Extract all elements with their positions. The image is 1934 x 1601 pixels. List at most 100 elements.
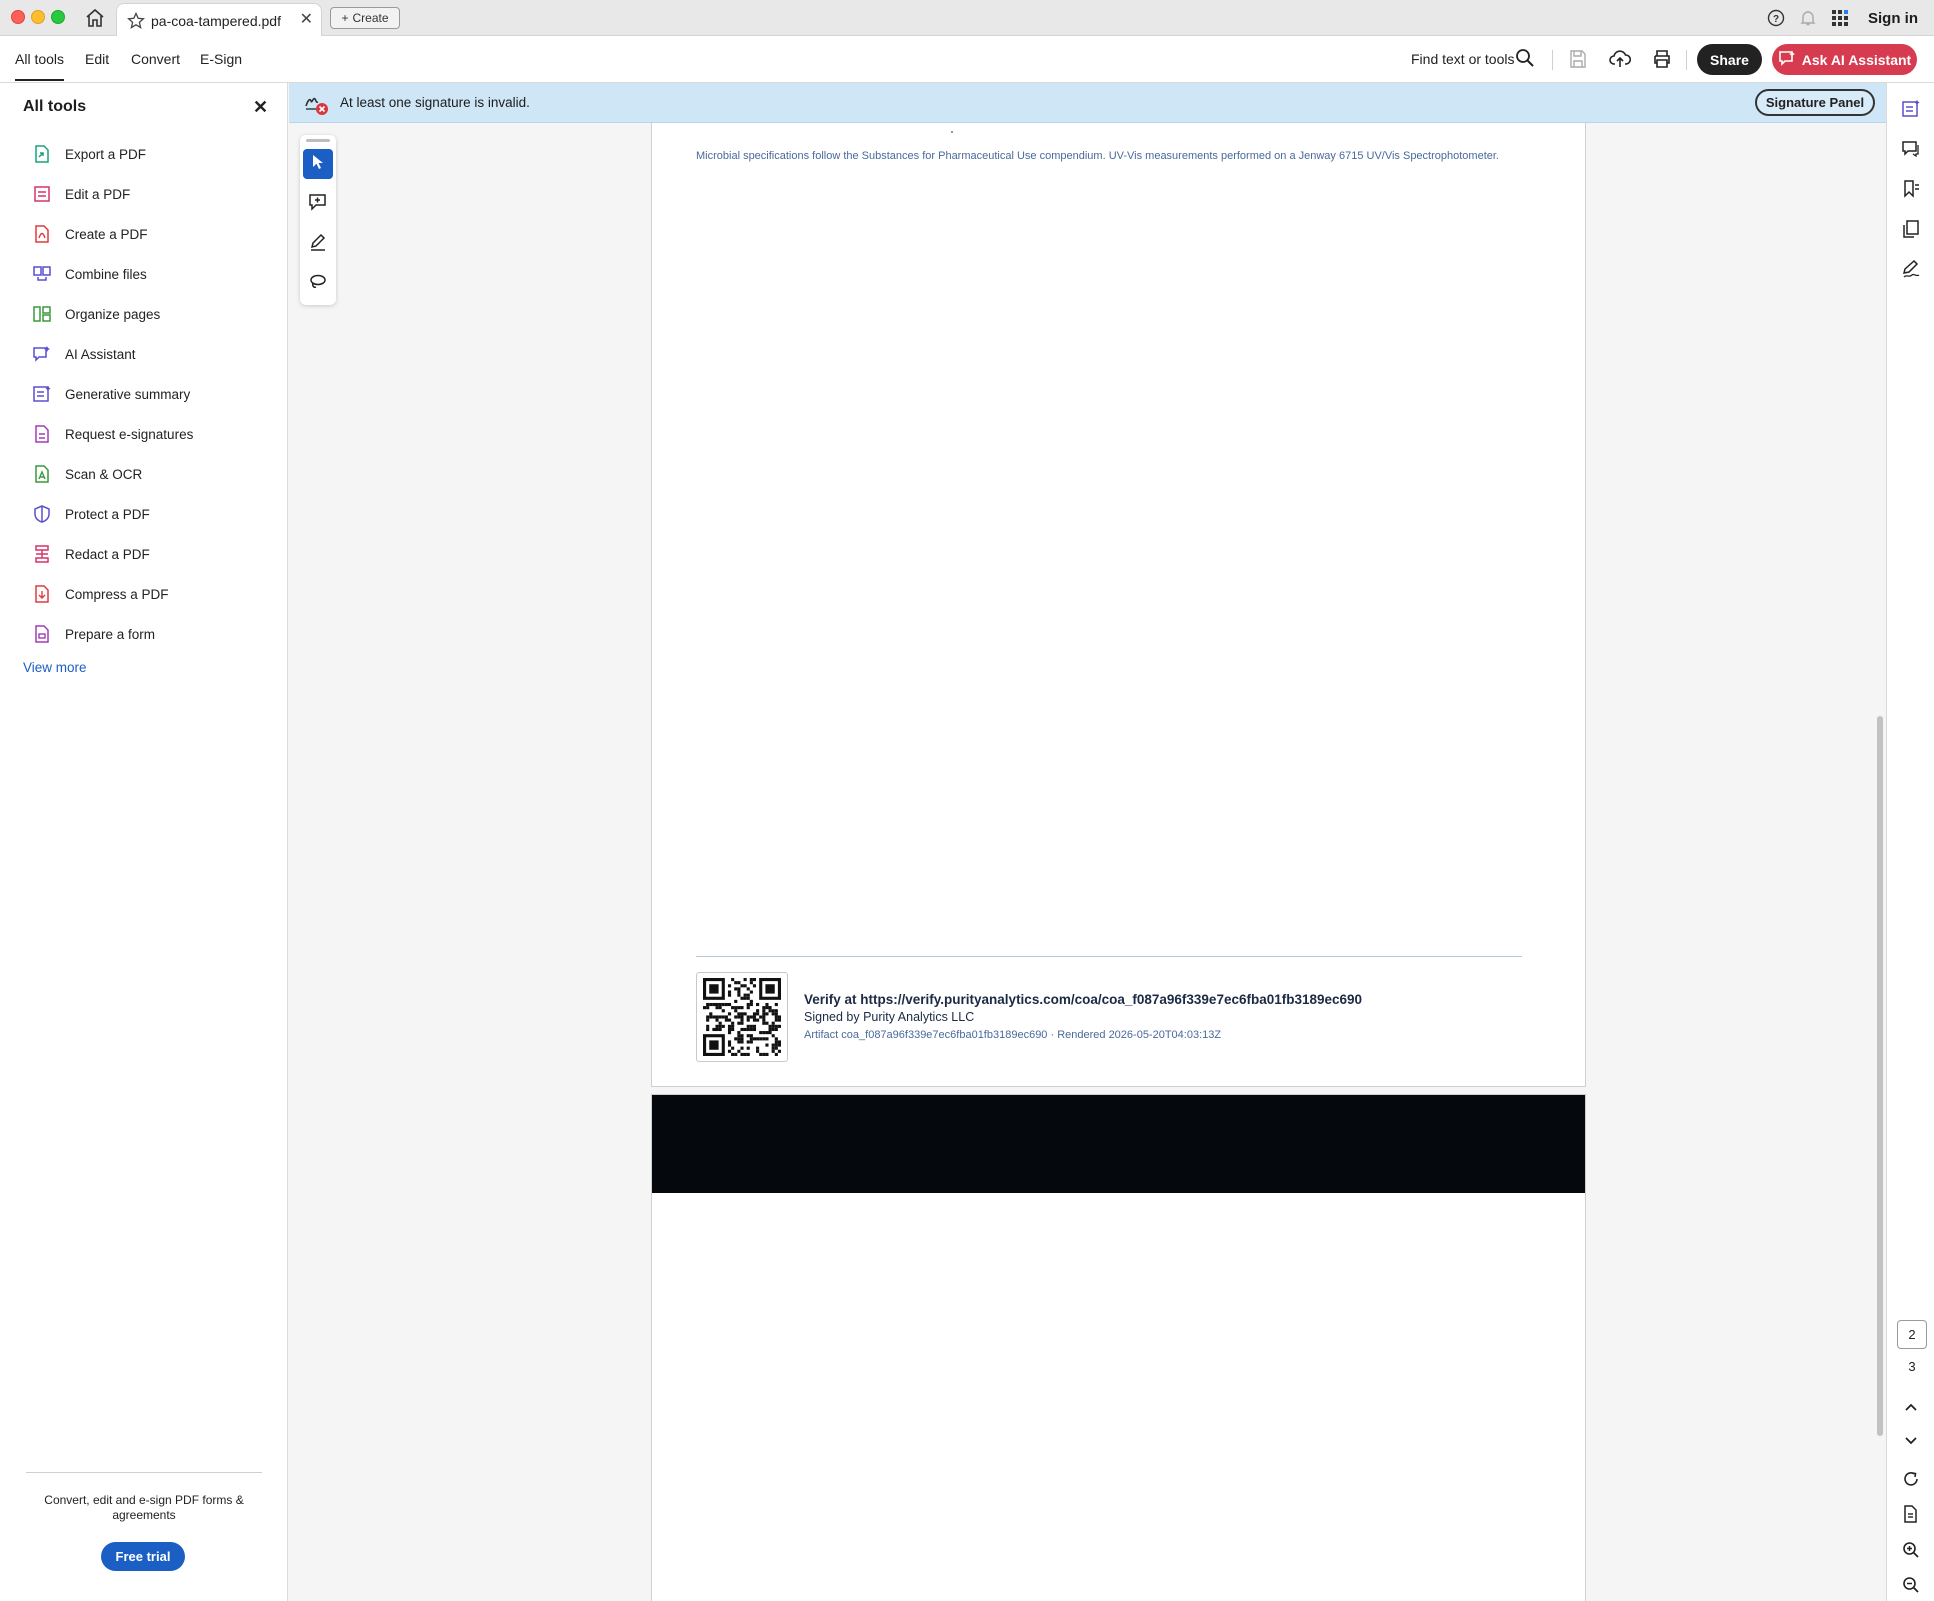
- tool-label: Organize pages: [65, 306, 161, 322]
- window-close-button[interactable]: [11, 10, 25, 24]
- sign-in-link[interactable]: Sign in: [1868, 10, 1918, 27]
- menu-esign[interactable]: E-Sign: [200, 51, 242, 67]
- tool-export-pdf[interactable]: Export a PDF: [32, 142, 146, 166]
- pdf-page: [651, 1094, 1586, 1601]
- footer-rule: [696, 956, 1522, 957]
- find-text-or-tools[interactable]: Find text or tools: [1411, 51, 1515, 67]
- highlight-tool-button[interactable]: [303, 229, 333, 259]
- tool-prepare-form[interactable]: Prepare a form: [32, 622, 155, 646]
- tab-close-icon[interactable]: ✕: [300, 12, 313, 28]
- free-trial-button[interactable]: Free trial: [101, 1542, 185, 1571]
- upload-cloud-icon[interactable]: [1609, 48, 1632, 70]
- home-icon[interactable]: [84, 7, 106, 29]
- window-zoom-button[interactable]: [51, 10, 65, 24]
- draw-tool-button[interactable]: [303, 269, 333, 299]
- tool-request-esignatures[interactable]: Request e-signatures: [32, 422, 193, 446]
- menu-convert[interactable]: Convert: [131, 51, 180, 67]
- prepare-form-icon: [32, 624, 52, 644]
- vertical-scrollbar[interactable]: [1877, 716, 1883, 1436]
- tool-redact-pdf[interactable]: Redact a PDF: [32, 542, 150, 566]
- tool-label: Create a PDF: [65, 226, 148, 242]
- page-display-icon[interactable]: [1899, 1502, 1923, 1526]
- tool-label: Prepare a form: [65, 626, 156, 642]
- edit-pdf-icon: [32, 184, 52, 204]
- document-canvas[interactable]: Microbial specifications follow the Subs…: [289, 123, 1886, 1601]
- save-icon[interactable]: [1567, 48, 1589, 70]
- redact-pdf-icon: [32, 544, 52, 564]
- create-button[interactable]: + Create: [330, 7, 400, 29]
- current-page-input[interactable]: 2: [1897, 1320, 1927, 1349]
- tool-compress-pdf[interactable]: Compress a PDF: [32, 582, 169, 606]
- page-thumbnails-icon[interactable]: [1899, 217, 1923, 241]
- window-minimize-button[interactable]: [31, 10, 45, 24]
- verify-url-text: Verify at https://verify.purityanalytics…: [804, 992, 1363, 1007]
- comments-panel-icon[interactable]: [1899, 137, 1923, 161]
- plus-icon: +: [341, 11, 349, 25]
- tool-organize-pages[interactable]: Organize pages: [32, 302, 160, 326]
- chevron-down-icon[interactable]: [1899, 1428, 1923, 1452]
- tool-ai-assistant[interactable]: AI Assistant: [32, 342, 136, 366]
- tool-combine-files[interactable]: Combine files: [32, 262, 147, 286]
- tool-label: Redact a PDF: [65, 546, 150, 562]
- tool-label: Protect a PDF: [65, 506, 150, 522]
- zoom-in-icon[interactable]: [1899, 1538, 1923, 1562]
- quick-tools-bar: [300, 135, 336, 305]
- tool-protect-pdf[interactable]: Protect a PDF: [32, 502, 150, 526]
- add-comment-button[interactable]: [303, 189, 333, 219]
- toolbar-divider: [1686, 50, 1687, 70]
- share-button[interactable]: Share: [1697, 44, 1762, 75]
- tool-label: Request e-signatures: [65, 426, 194, 442]
- tool-label: Compress a PDF: [65, 586, 169, 602]
- bookmarks-panel-icon[interactable]: [1899, 177, 1923, 201]
- rotate-icon[interactable]: [1899, 1467, 1923, 1491]
- help-icon[interactable]: ?: [1766, 8, 1786, 28]
- tool-create-pdf[interactable]: Create a PDF: [32, 222, 148, 246]
- signature-status-banner: At least one signature is invalid. Signa…: [289, 83, 1886, 123]
- scan-ocr-icon: [32, 464, 52, 484]
- tool-label: AI Assistant: [65, 346, 136, 362]
- ask-ai-assistant-button[interactable]: Ask AI Assistant: [1772, 44, 1917, 75]
- export-pdf-icon: [32, 144, 52, 164]
- apps-grid-icon[interactable]: [1830, 8, 1850, 28]
- invalid-signature-icon: [303, 90, 329, 116]
- qr-code: [696, 972, 788, 1062]
- select-tool-button[interactable]: [303, 149, 333, 179]
- tool-scan-ocr[interactable]: Scan & OCR: [32, 462, 142, 486]
- promo-text: Convert, edit and e-sign PDF forms & agr…: [44, 1493, 244, 1522]
- combine-files-icon: [32, 264, 52, 284]
- organize-pages-icon: [32, 304, 52, 324]
- menu-all-tools[interactable]: All tools: [15, 51, 65, 81]
- tool-label: Edit a PDF: [65, 186, 131, 202]
- all-tools-panel: All tools ✕ Export a PDF Edit a PDF Crea…: [0, 83, 288, 1601]
- signature-panel-button[interactable]: Signature Panel: [1755, 89, 1875, 116]
- lasso-icon: [308, 272, 328, 297]
- ai-assistant-icon: [32, 344, 52, 364]
- tool-generative-summary[interactable]: Generative summary: [32, 382, 190, 406]
- tool-label: Export a PDF: [65, 146, 147, 162]
- close-panel-icon[interactable]: ✕: [253, 97, 268, 118]
- search-icon[interactable]: [1515, 48, 1535, 73]
- ai-summary-panel-icon[interactable]: [1899, 97, 1923, 121]
- specification-note: Microbial specifications follow the Subs…: [696, 150, 1499, 162]
- star-icon[interactable]: [127, 11, 145, 30]
- chevron-up-icon[interactable]: [1899, 1396, 1923, 1420]
- tool-label: Generative summary: [65, 386, 191, 402]
- ask-ai-assistant-label: Ask AI Assistant: [1801, 51, 1912, 68]
- fill-and-sign-icon[interactable]: [1899, 257, 1923, 281]
- zoom-out-icon[interactable]: [1899, 1573, 1923, 1597]
- create-label: Create: [352, 11, 389, 25]
- panel-title: All tools: [23, 98, 87, 115]
- generative-summary-icon: [32, 384, 52, 404]
- comment-plus-icon: [308, 192, 328, 217]
- menu-edit[interactable]: Edit: [85, 51, 109, 67]
- page-mark: [951, 131, 953, 133]
- document-tab[interactable]: pa-coa-tampered.pdf ✕: [116, 3, 322, 36]
- artifact-text: Artifact coa_f087a96f339e7ec6fba01fb3189…: [804, 1029, 1222, 1041]
- print-icon[interactable]: [1651, 48, 1673, 70]
- view-more-link[interactable]: View more: [23, 660, 87, 675]
- tool-edit-pdf[interactable]: Edit a PDF: [32, 182, 130, 206]
- bell-icon[interactable]: [1798, 8, 1818, 28]
- drag-handle[interactable]: [306, 139, 330, 142]
- pen-icon: [308, 232, 328, 257]
- create-pdf-icon: [32, 224, 52, 244]
